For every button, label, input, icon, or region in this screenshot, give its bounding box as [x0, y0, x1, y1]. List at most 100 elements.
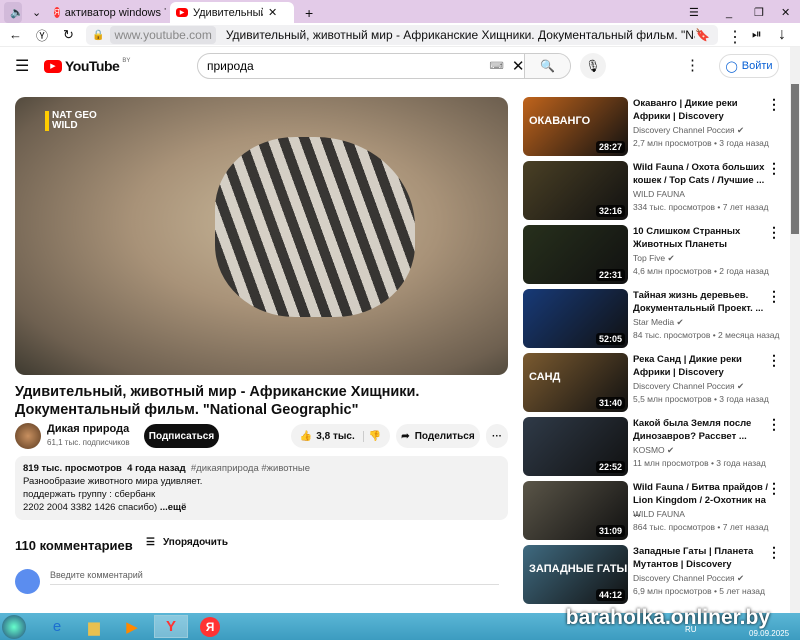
close-tab-icon[interactable]: ✕: [268, 6, 277, 19]
more-icon[interactable]: ⋮: [727, 27, 743, 47]
duration-badge: 22:31: [595, 269, 625, 281]
duration-badge: 44:12: [595, 589, 625, 601]
channel-name: Discovery Channel Россия: [633, 381, 735, 391]
recommendation-item[interactable]: ОКАВАНГО 28:27 Окаванго | Дикие реки Афри…: [523, 97, 790, 157]
youtube-favicon-icon: ▶: [176, 8, 188, 17]
search-button[interactable]: 🔍: [524, 54, 570, 78]
keyboard-icon[interactable]: ⌨: [489, 61, 503, 72]
more-options-icon[interactable]: ⋮: [767, 481, 781, 495]
recommendation-channel[interactable]: Star Media ✔: [633, 317, 684, 328]
sort-icon: ☰: [146, 537, 155, 548]
more-options-icon[interactable]: ⋮: [767, 353, 781, 367]
recommendation-channel[interactable]: KOSMO ✔: [633, 445, 674, 456]
tab-yandex[interactable]: Яактиватор windows 7 — Я: [48, 2, 166, 23]
recommendation-item[interactable]: 22:52 Какой была Земля после Динозавров?…: [523, 417, 790, 477]
new-tab-button[interactable]: +: [299, 2, 317, 23]
recommendation-item[interactable]: САНД 31:40 Река Санд | Дикие реки Африки …: [523, 353, 790, 413]
signin-button[interactable]: ◯ Войти: [719, 54, 779, 78]
close-window-button[interactable]: ✕: [775, 2, 796, 23]
recommendation-title[interactable]: Река Санд | Дикие реки Африки | Discover…: [633, 353, 773, 379]
more-options-icon[interactable]: ⋮: [767, 161, 781, 175]
settings-dots-icon[interactable]: ⋮: [685, 56, 700, 74]
tabs-dropdown-icon[interactable]: ⌄: [26, 2, 42, 23]
video-thumbnail[interactable]: ЗАПАДНЫЕ ГАТЫ 44:12: [523, 545, 628, 604]
sort-button[interactable]: ☰ Упорядочить: [146, 537, 228, 548]
video-thumbnail[interactable]: ОКАВАНГО 28:27: [523, 97, 628, 156]
recommendation-channel[interactable]: Discovery Channel Россия ✔: [633, 573, 744, 584]
recommendation-title[interactable]: Западные Гаты | Планета Мутантов | Disco…: [633, 545, 773, 571]
recommendation-channel[interactable]: WILD FAUNA: [633, 189, 685, 199]
channel-name[interactable]: Дикая природа: [47, 423, 129, 435]
recommendation-title[interactable]: Wild Fauna / Охота больших кошек / Top C…: [633, 161, 773, 187]
microphone-icon[interactable]: 🎙: [580, 53, 606, 79]
more-options-icon[interactable]: ⋮: [767, 289, 781, 303]
recommendation-title[interactable]: Какой была Земля после Динозавров? Рассв…: [633, 417, 773, 443]
like-dislike-group: 👍 3,8 тыс. 👎: [291, 424, 390, 448]
clear-search-icon[interactable]: ✕: [512, 57, 525, 75]
hamburger-icon[interactable]: ☰: [15, 56, 29, 76]
video-thumbnail[interactable]: 52:05: [523, 289, 628, 348]
video-thumbnail[interactable]: 22:52: [523, 417, 628, 476]
more-actions-button[interactable]: ···: [486, 424, 508, 448]
more-options-icon[interactable]: ⋮: [767, 97, 781, 111]
video-thumbnail[interactable]: САНД 31:40: [523, 353, 628, 412]
verified-icon: ✔: [734, 125, 745, 135]
video-player[interactable]: NAT GEO WILD: [15, 97, 508, 375]
language-indicator[interactable]: RU: [685, 625, 697, 634]
recommendation-channel[interactable]: Discovery Channel Россия ✔: [633, 125, 744, 136]
show-more-link[interactable]: ...ещё: [160, 502, 187, 513]
recommendation-title[interactable]: 10 Слишком Странных Животных Планеты: [633, 225, 773, 251]
search-input[interactable]: [207, 59, 490, 73]
menu-icon[interactable]: ☰: [683, 2, 705, 23]
channel-avatar[interactable]: [15, 423, 41, 449]
recommendation-item[interactable]: ЗАПАДНЫЕ ГАТЫ 44:12 Западные Гаты | Плане…: [523, 545, 790, 605]
video-title: Удивительный, животный мир - Африканские…: [15, 384, 420, 418]
channel-name: Top Five: [633, 253, 666, 263]
media-icon[interactable]: ⏯: [752, 27, 762, 42]
comment-input[interactable]: Введите комментарий: [50, 570, 499, 585]
yandex-home-icon[interactable]: Ⓨ: [36, 27, 48, 44]
share-button[interactable]: ➦ Поделиться: [396, 424, 480, 448]
video-thumbnail[interactable]: 22:31: [523, 225, 628, 284]
recommendation-item[interactable]: 32:16 Wild Fauna / Охота больших кошек /…: [523, 161, 790, 221]
bookmark-icon[interactable]: 🔖: [695, 28, 710, 42]
recommendation-meta: 4,6 млн просмотров • 2 года назад: [633, 266, 769, 276]
minimize-button[interactable]: _: [720, 2, 738, 23]
clock-date[interactable]: 09.09.2025: [749, 629, 789, 638]
audio-icon[interactable]: 🔈: [4, 2, 22, 23]
dislike-button[interactable]: 👎: [369, 431, 381, 442]
recommendation-item[interactable]: 52:05 Тайная жизнь деревьев. Документаль…: [523, 289, 790, 349]
more-options-icon[interactable]: ⋮: [767, 225, 781, 239]
scrollbar[interactable]: [790, 47, 800, 613]
video-thumbnail[interactable]: 31:09: [523, 481, 628, 540]
download-icon[interactable]: ↓: [778, 26, 786, 44]
recommendation-title[interactable]: Тайная жизнь деревьев. Документальный Пр…: [633, 289, 773, 315]
recommendation-meta: 864 тыс. просмотров • 7 лет назад: [633, 522, 769, 532]
recommendation-item[interactable]: 31:09 Wild Fauna / Битва прайдов / Lion …: [523, 481, 790, 541]
recommendation-meta: 5,5 млн просмотров • 3 года назад: [633, 394, 769, 404]
recommendation-channel[interactable]: WILD FAUNA: [633, 509, 685, 519]
more-options-icon[interactable]: ⋮: [767, 545, 781, 559]
tab-youtube[interactable]: ▶Удивительный, живо✕: [170, 2, 294, 23]
recommendation-title[interactable]: Окаванго | Дикие реки Африки | Discovery: [633, 97, 773, 123]
youtube-header: ☰ ▶ YouTube BY ⌨ ✕ 🔍 🎙 ⋮ ◯Войти: [0, 47, 790, 87]
recommendation-meta: 84 тыс. просмотров • 2 месяца назад: [633, 330, 780, 340]
verified-icon: ✔: [665, 253, 675, 263]
scrollbar-thumb[interactable]: [791, 84, 799, 234]
duration-badge: 52:05: [595, 333, 625, 345]
recommendation-channel[interactable]: Discovery Channel Россия ✔: [633, 381, 744, 392]
thumbnail-text: ОКАВАНГО: [529, 115, 591, 127]
url-field[interactable]: 🔒 www.youtube.com Удивительный, животный…: [86, 25, 718, 45]
youtube-logo[interactable]: ▶ YouTube BY: [44, 58, 130, 74]
back-icon[interactable]: ←: [9, 27, 22, 42]
subscribe-button[interactable]: Подписаться: [144, 424, 219, 448]
restore-button[interactable]: ❐: [748, 2, 770, 23]
video-thumbnail[interactable]: 32:16: [523, 161, 628, 220]
description-box[interactable]: 819 тыс. просмотров 4 года назад #дикаяп…: [15, 456, 508, 520]
like-button[interactable]: 👍 3,8 тыс.: [300, 430, 364, 442]
more-options-icon[interactable]: ⋮: [767, 417, 781, 431]
reload-icon[interactable]: ↻: [63, 27, 74, 43]
recommendation-channel[interactable]: Top Five ✔: [633, 253, 675, 264]
thumbnail-text: САНД: [529, 371, 561, 383]
recommendation-item[interactable]: 22:31 10 Слишком Странных Животных Плане…: [523, 225, 790, 285]
